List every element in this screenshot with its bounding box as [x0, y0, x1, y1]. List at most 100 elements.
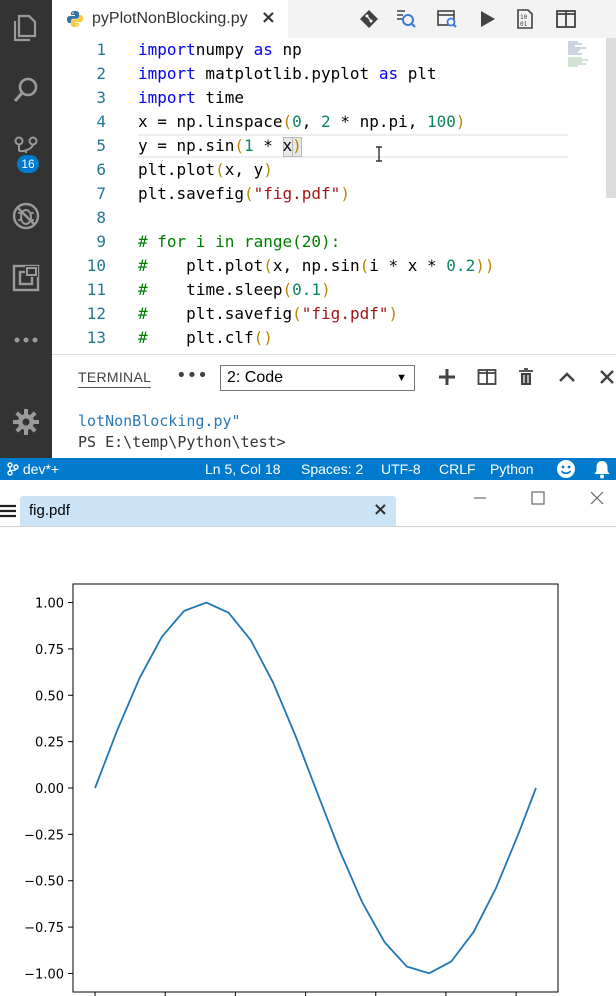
code-line[interactable]: 3 import time: [52, 86, 572, 110]
maximize-icon[interactable]: [528, 488, 548, 508]
code-line[interactable]: 13 # plt.clf(): [52, 326, 572, 350]
code-token: as: [243, 40, 273, 59]
tab-pyplotnonblocking[interactable]: pyPlotNonBlocking.py ×: [52, 0, 288, 38]
binary-file-icon[interactable]: 10 01: [513, 7, 537, 31]
close-panel-icon[interactable]: [595, 365, 616, 389]
y-tick-label: −0.75: [24, 921, 64, 936]
search-preview-icon[interactable]: [394, 7, 418, 31]
code-text: importnumpy as np: [138, 38, 302, 62]
terminal-line: lotNonBlocking.py": [78, 412, 241, 430]
debug-icon[interactable]: [0, 190, 52, 242]
code-token: import: [138, 40, 196, 59]
python-file-icon: [67, 11, 83, 27]
code-line[interactable]: 10 # plt.plot(x, np.sin(i * x * 0.2)): [52, 254, 572, 278]
code-line[interactable]: 1 importnumpy as np: [52, 38, 572, 62]
minimize-icon[interactable]: [470, 488, 490, 508]
code-token: # for i in range(20):: [138, 232, 341, 251]
branch-status[interactable]: dev*+: [7, 460, 59, 478]
y-tick-label: −0.50: [24, 875, 64, 890]
pdf-titlebar: fig.pdf ×: [0, 480, 616, 526]
code-token: ): [263, 160, 273, 179]
code-line[interactable]: 8: [52, 206, 572, 230]
open-preview-icon[interactable]: [435, 7, 459, 31]
code-line[interactable]: 5 y = np.sin(1 * x): [52, 134, 572, 158]
y-tick-label: 0.25: [35, 736, 64, 751]
svg-text:01: 01: [520, 21, 528, 28]
activity-bar: 16: [0, 0, 52, 458]
maximize-panel-icon[interactable]: [555, 365, 579, 389]
eol-status[interactable]: CRLF: [439, 460, 476, 478]
indentation-status[interactable]: Spaces: 2: [301, 460, 363, 478]
panel-more-icon[interactable]: •••: [176, 365, 208, 386]
code-line[interactable]: 2 import matplotlib.pyplot as plt: [52, 62, 572, 86]
code-line[interactable]: 7 plt.savefig("fig.pdf"): [52, 182, 572, 206]
chevron-down-icon: ▼: [396, 372, 407, 384]
line-number: 3: [96, 88, 106, 107]
text-cursor-icon: [376, 146, 382, 162]
code-line[interactable]: 6 plt.plot(x, y): [52, 158, 572, 182]
code-editor[interactable]: 1 importnumpy as np 2 import matplotlib.pyp…: [52, 38, 616, 354]
line-number: 12: [86, 304, 106, 323]
editor-scrollbar[interactable]: [606, 38, 616, 198]
line-number: 2: [96, 64, 106, 83]
pdf-tab-close-icon[interactable]: ×: [373, 499, 388, 520]
code-token: ): [340, 184, 350, 203]
matplotlib-figure: 0123456−1.00−0.75−0.50−0.250.000.250.500…: [24, 583, 559, 996]
extensions-icon[interactable]: [0, 252, 52, 304]
terminal-select[interactable]: 2: Code ▼: [220, 365, 415, 391]
code-token: i * x *: [369, 256, 447, 275]
code-text: plt.savefig("fig.pdf"): [138, 182, 350, 206]
y-tick-label: 0.75: [35, 643, 64, 658]
y-tick-label: 1.00: [35, 597, 64, 612]
vscode-window: 16 pyPlotNonBlocking.py × 10 01 1 import…: [0, 0, 616, 480]
line-number: 1: [96, 40, 106, 59]
code-token: * x: [253, 136, 293, 155]
code-text: # plt.clf(): [138, 326, 273, 350]
trash-icon[interactable]: [514, 365, 538, 389]
code-token: (: [234, 136, 244, 155]
code-text: y = np.sin(1 * x): [138, 134, 302, 158]
code-token: x, y: [224, 160, 264, 179]
code-token: plt.savefig: [157, 304, 293, 323]
code-line[interactable]: 11 # time.sleep(0.1): [52, 278, 572, 302]
code-line[interactable]: 9 # for i in range(20):: [52, 230, 572, 254]
code-token: 100: [427, 112, 456, 131]
y-tick-label: −0.25: [24, 828, 64, 843]
new-terminal-icon[interactable]: [435, 365, 459, 389]
code-token: numpy: [195, 40, 244, 59]
split-terminal-icon[interactable]: [475, 365, 499, 389]
minimap[interactable]: [566, 41, 606, 67]
language-status[interactable]: Python: [490, 460, 534, 478]
code-line[interactable]: 12 # plt.savefig("fig.pdf"): [52, 302, 572, 326]
code-token: 0.1: [292, 280, 322, 299]
split-editor-icon[interactable]: [554, 7, 578, 31]
code-token: #: [138, 256, 148, 275]
tab-label: pyPlotNonBlocking.py: [92, 10, 248, 27]
tab-close-icon[interactable]: ×: [261, 7, 276, 28]
terminal-tab[interactable]: TERMINAL: [78, 369, 152, 388]
code-token: np: [272, 40, 302, 59]
code-token: plt.plot: [138, 160, 216, 179]
tab-fig-pdf[interactable]: fig.pdf ×: [20, 496, 396, 526]
search-icon[interactable]: [0, 64, 52, 116]
more-icon[interactable]: [0, 314, 52, 366]
files-icon[interactable]: [0, 2, 52, 54]
code-token: (: [282, 280, 293, 299]
code-token: 1: [243, 136, 254, 155]
terminal-prompt[interactable]: PS E:\temp\Python\test>: [78, 433, 286, 451]
close-window-icon[interactable]: [587, 488, 607, 508]
code-token: x = np.linspace: [138, 112, 283, 131]
encoding-status[interactable]: UTF-8: [381, 460, 421, 478]
code-text: import matplotlib.pyplot as plt: [138, 62, 437, 86]
line-number: 9: [96, 232, 106, 251]
settings-gear-icon[interactable]: [0, 396, 52, 448]
git-compare-icon[interactable]: [357, 7, 381, 31]
line-number: 7: [96, 184, 106, 203]
branch-label: dev*+: [22, 461, 60, 477]
code-line[interactable]: 4 x = np.linspace(0, 2 * np.pi, 100): [52, 110, 572, 134]
run-icon[interactable]: [475, 7, 499, 31]
menu-icon[interactable]: [0, 504, 16, 518]
cursor-position[interactable]: Ln 5, Col 18: [205, 460, 281, 478]
